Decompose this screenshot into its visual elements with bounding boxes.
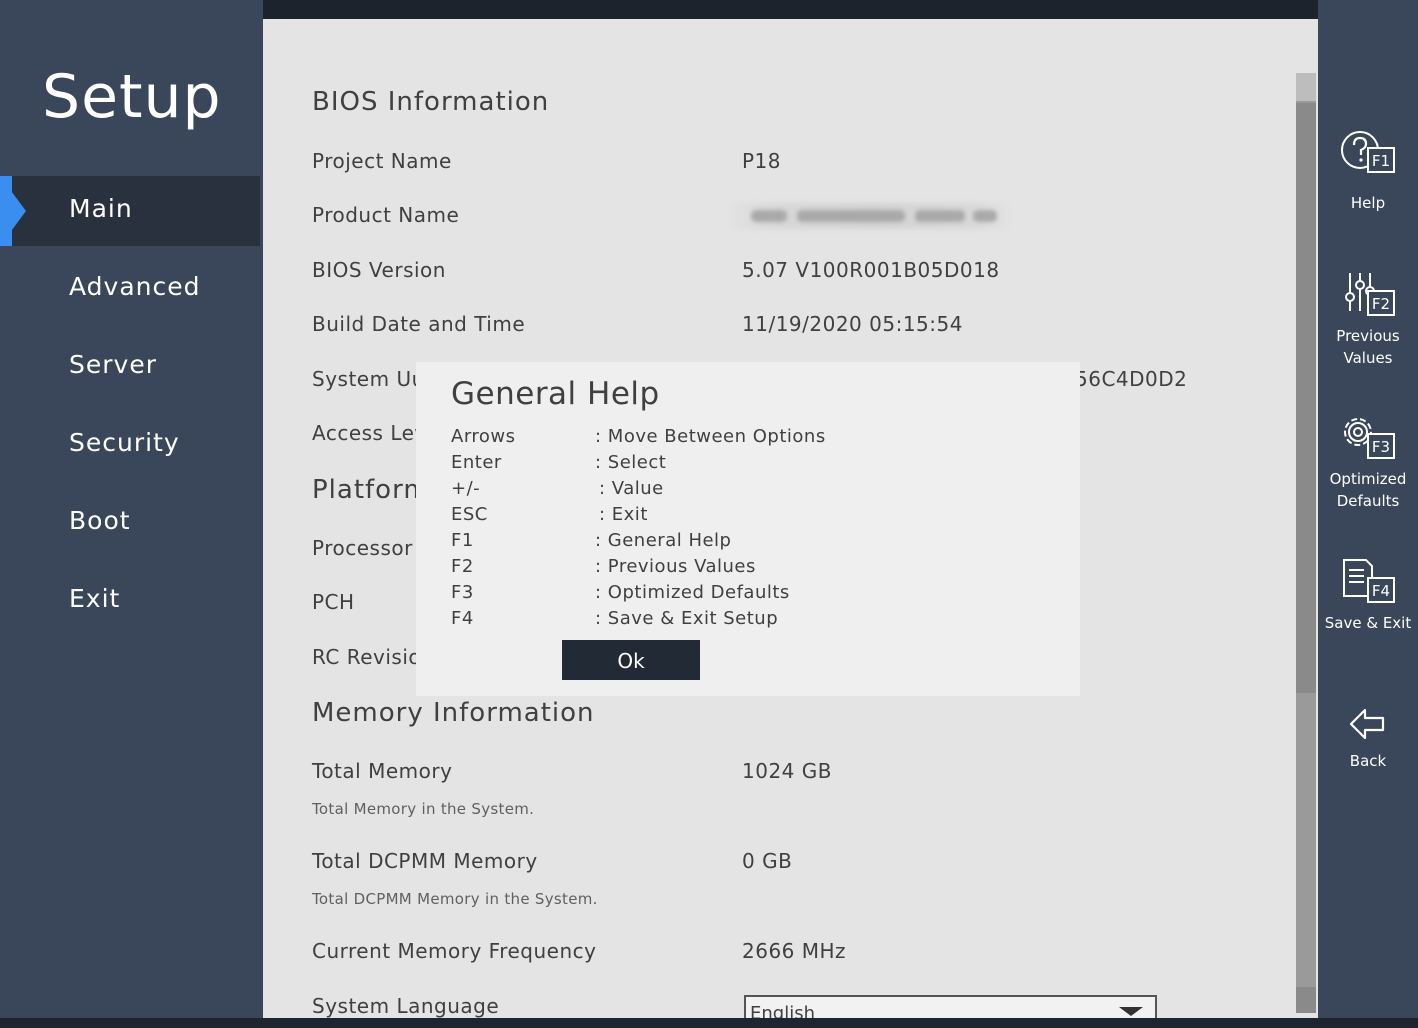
save-exit-label: Save & Exit <box>1324 614 1412 632</box>
bios-version-value: 5.07 V100R001B05D018 <box>742 258 1000 282</box>
help-description: : Select <box>595 452 667 473</box>
svg-text:F3: F3 <box>1372 438 1390 456</box>
sidebar-item-boot[interactable]: Boot <box>0 488 263 558</box>
project-name-value: P18 <box>742 149 782 173</box>
help-description: : Optimized Defaults <box>595 582 790 603</box>
help-label: Help <box>1350 194 1386 212</box>
total-dcpmm-description: Total DCPMM Memory in the System. <box>312 890 598 908</box>
pch-label: PCH <box>312 590 355 614</box>
help-key: F2 <box>451 556 474 577</box>
sidebar-item-advanced[interactable]: Advanced <box>0 254 263 324</box>
sidebar: Setup Main Advanced Server Security Boot… <box>0 0 263 1018</box>
chevron-down-icon <box>1119 1007 1143 1016</box>
project-name-label: Project Name <box>312 149 452 173</box>
sidebar-nav: Main Advanced Server Security Boot Exit <box>0 176 263 644</box>
product-name-label: Product Name <box>312 203 460 227</box>
sidebar-item-exit[interactable]: Exit <box>0 566 263 636</box>
optimized-defaults-label-line2: Defaults <box>1336 492 1400 510</box>
help-key: +/- <box>451 478 481 499</box>
bios-version-label: BIOS Version <box>312 258 446 282</box>
scrollbar-down[interactable] <box>1296 987 1316 1013</box>
system-uuid-value: 56C4D0D2 <box>1075 367 1188 391</box>
sidebar-item-label: Main <box>69 194 133 223</box>
back-label: Back <box>1349 752 1387 770</box>
sidebar-item-main[interactable]: Main <box>0 176 260 246</box>
help-description: : Value <box>599 478 664 499</box>
previous-values-label-line2: Values <box>1343 349 1393 367</box>
help-key: ESC <box>451 504 488 525</box>
sidebar-item-server[interactable]: Server <box>0 332 263 402</box>
svg-text:F4: F4 <box>1372 582 1390 600</box>
product-name-value-redacted <box>725 203 1015 229</box>
total-memory-value: 1024 GB <box>742 759 832 783</box>
sidebar-item-security[interactable]: Security <box>0 410 263 480</box>
system-language-label: System Language <box>312 994 500 1018</box>
help-key: Arrows <box>451 426 516 447</box>
svg-text:F1: F1 <box>1372 152 1390 170</box>
access-level-label: Access Lev <box>312 421 427 445</box>
help-f1-icon: F1 <box>1341 131 1395 173</box>
function-key-bar: F1 Help F2 Previous Values F3 Optimized … <box>1318 0 1418 1018</box>
app-title: Setup <box>42 62 222 132</box>
scrollbar-thumb[interactable] <box>1296 103 1316 693</box>
back-arrow-icon <box>1349 708 1385 740</box>
general-help-dialog: General Help Arrows : Move Between Optio… <box>416 362 1080 696</box>
help-button[interactable]: F1 Help <box>1318 126 1418 214</box>
memory-frequency-label: Current Memory Frequency <box>312 939 597 963</box>
scrollbar-up[interactable] <box>1296 73 1316 101</box>
dialog-title: General Help <box>451 376 660 412</box>
processor-label: Processor <box>312 536 413 560</box>
help-description: : Previous Values <box>595 556 756 577</box>
back-button[interactable]: Back <box>1318 704 1418 772</box>
help-key: Enter <box>451 452 502 473</box>
bottom-strip <box>0 1018 1418 1028</box>
gear-f3-icon: F3 <box>1344 418 1395 459</box>
optimized-defaults-label-line1: Optimized <box>1329 470 1407 488</box>
section-heading-bios: BIOS Information <box>312 87 550 117</box>
total-memory-description: Total Memory in the System. <box>312 800 535 818</box>
sidebar-item-label: Server <box>69 350 157 379</box>
rc-revision-label: RC Revisio <box>312 645 422 669</box>
top-bar <box>263 0 1318 19</box>
active-indicator <box>0 176 12 246</box>
document-f4-icon: F4 <box>1343 559 1395 603</box>
section-heading-platform: Platform <box>312 475 430 505</box>
total-dcpmm-label: Total DCPMM Memory <box>312 849 538 873</box>
save-exit-button[interactable]: F4 Save & Exit <box>1318 556 1418 634</box>
memory-frequency-value: 2666 MHz <box>742 939 847 963</box>
help-key: F1 <box>451 530 474 551</box>
previous-values-button[interactable]: F2 Previous Values <box>1318 269 1418 369</box>
help-key: F4 <box>451 608 474 629</box>
scrollbar[interactable] <box>1296 73 1316 1013</box>
total-dcpmm-value: 0 GB <box>742 849 793 873</box>
help-description: : Move Between Options <box>595 426 826 447</box>
svg-text:F2: F2 <box>1372 295 1390 313</box>
help-description: : Save & Exit Setup <box>595 608 779 629</box>
optimized-defaults-button[interactable]: F3 Optimized Defaults <box>1318 412 1418 512</box>
sidebar-item-label: Advanced <box>69 272 201 301</box>
help-key: F3 <box>451 582 474 603</box>
build-date-label: Build Date and Time <box>312 312 526 336</box>
build-date-value: 11/19/2020 05:15:54 <box>742 312 963 336</box>
ok-button[interactable]: Ok <box>562 640 700 680</box>
sidebar-item-label: Exit <box>69 584 121 613</box>
sidebar-item-label: Boot <box>69 506 131 535</box>
sidebar-item-label: Security <box>69 428 180 457</box>
section-heading-memory: Memory Information <box>312 698 595 728</box>
help-description: : General Help <box>595 530 732 551</box>
help-description: : Exit <box>599 504 648 525</box>
previous-values-label-line1: Previous <box>1336 327 1400 345</box>
total-memory-label: Total Memory <box>312 759 453 783</box>
sliders-f2-icon: F2 <box>1345 273 1395 316</box>
system-uuid-label: System Uu <box>312 367 425 391</box>
